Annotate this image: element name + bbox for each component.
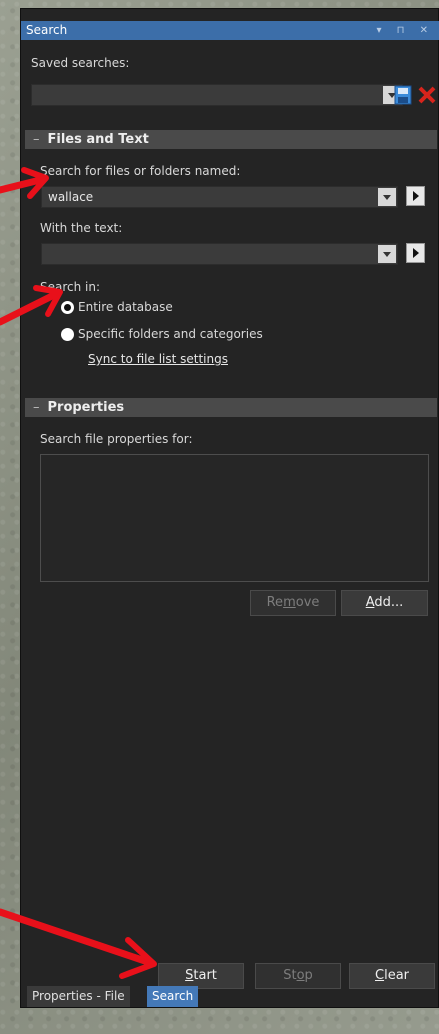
- tab-search[interactable]: Search: [147, 986, 199, 1007]
- sync-file-list-link[interactable]: Sync to file list settings: [88, 352, 228, 366]
- collapse-icon[interactable]: –: [33, 132, 40, 147]
- panel-title: Search: [26, 23, 68, 37]
- with-text-input[interactable]: [41, 243, 398, 265]
- add-button[interactable]: Add...: [341, 590, 428, 616]
- properties-list[interactable]: [40, 454, 429, 582]
- files-named-label: Search for files or folders named:: [40, 164, 241, 178]
- properties-header[interactable]: – Properties: [25, 398, 437, 417]
- panel-titlebar[interactable]: Search ▾ ⊓ ✕: [21, 21, 439, 40]
- search-panel: Search ▾ ⊓ ✕ Saved searches: – Files and …: [20, 8, 439, 1008]
- collapse-icon[interactable]: –: [33, 400, 40, 415]
- save-search-icon[interactable]: [394, 85, 412, 105]
- with-text-options-button[interactable]: [406, 243, 425, 263]
- saved-searches-combo[interactable]: [31, 84, 403, 106]
- files-and-text-header[interactable]: – Files and Text: [25, 130, 437, 149]
- dropdown-arrow-icon[interactable]: [378, 188, 396, 206]
- radio-specific-folders[interactable]: Specific folders and categories: [61, 326, 361, 344]
- bottom-tab-bar: Properties - File Search: [21, 986, 439, 1008]
- radio-entire-database[interactable]: Entire database: [61, 299, 361, 317]
- search-properties-label: Search file properties for:: [40, 432, 193, 446]
- files-named-value: wallace: [48, 190, 94, 204]
- saved-searches-label: Saved searches:: [31, 56, 130, 70]
- delete-search-icon[interactable]: [417, 85, 437, 105]
- search-in-label: Search in:: [40, 280, 101, 294]
- window-controls-icon[interactable]: ▾ ⊓ ✕: [376, 21, 434, 40]
- dropdown-arrow-icon[interactable]: [378, 245, 396, 263]
- files-named-options-button[interactable]: [406, 186, 425, 206]
- tab-properties-file[interactable]: Properties - File: [27, 986, 130, 1007]
- remove-button[interactable]: Remove: [250, 590, 336, 616]
- files-named-input[interactable]: wallace: [41, 186, 398, 208]
- radio-selected-icon[interactable]: [61, 301, 74, 314]
- with-text-label: With the text:: [40, 221, 123, 235]
- radio-unselected-icon[interactable]: [61, 328, 74, 341]
